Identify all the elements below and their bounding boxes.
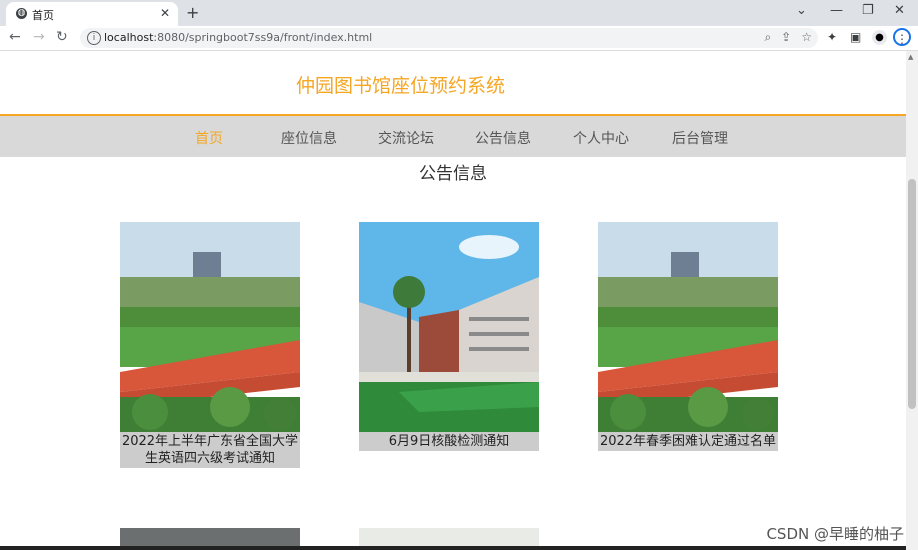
browser-tabbar: ◍ 首页 ✕ + ⌄ — ❐ ✕ <box>0 0 918 26</box>
nav-item-home[interactable]: 首页 <box>195 128 223 148</box>
main-navbar: 首页 座位信息 交流论坛 公告信息 个人中心 后台管理 <box>0 116 906 157</box>
forward-icon[interactable]: → <box>33 29 45 45</box>
new-tab-button[interactable]: + <box>186 3 199 22</box>
notice-caption[interactable]: 2022年上半年广东省全国大学生英语四六级考试通知 <box>120 432 300 468</box>
site-info-icon[interactable]: i <box>87 31 101 45</box>
nav-item-profile[interactable]: 个人中心 <box>573 128 629 148</box>
page-scrollbar[interactable]: ▲ <box>906 51 918 550</box>
nav-item-seats[interactable]: 座位信息 <box>281 128 337 148</box>
notice-image[interactable] <box>120 222 300 432</box>
browser-tab[interactable]: ◍ 首页 ✕ <box>6 2 178 26</box>
minimize-icon[interactable]: — <box>830 3 843 18</box>
browser-menu-icon[interactable]: ⋮ <box>893 28 911 46</box>
site-title: 仲园图书馆座位预约系统 <box>296 75 506 97</box>
zoom-icon[interactable]: ⌕ <box>764 30 771 44</box>
nav-item-forum[interactable]: 交流论坛 <box>378 128 434 148</box>
restore-icon[interactable]: ❐ <box>862 3 874 18</box>
side-panel-icon[interactable]: ▣ <box>850 30 861 44</box>
scroll-thumb[interactable] <box>908 179 916 409</box>
notice-caption[interactable]: 6月9日核酸检测通知 <box>359 432 539 451</box>
close-icon[interactable]: ✕ <box>160 6 170 20</box>
back-icon[interactable]: ← <box>9 29 21 45</box>
notice-image[interactable] <box>598 222 778 432</box>
globe-icon: ◍ <box>16 8 27 19</box>
bookmark-star-icon[interactable]: ☆ <box>801 30 812 44</box>
notice-card[interactable]: 2022年上半年广东省全国大学生英语四六级考试通知 <box>120 222 300 468</box>
scroll-up-icon[interactable]: ▲ <box>908 53 913 61</box>
window-close-icon[interactable]: ✕ <box>894 3 905 18</box>
nav-item-admin[interactable]: 后台管理 <box>672 128 728 148</box>
tab-search-icon[interactable]: ⌄ <box>796 3 807 18</box>
browser-toolbar: ← → ↻ i localhost:8080/springboot7ss9a/f… <box>0 26 918 51</box>
url-text[interactable]: localhost:8080/springboot7ss9a/front/ind… <box>104 31 372 44</box>
reload-icon[interactable]: ↻ <box>56 29 68 45</box>
notice-card[interactable]: 6月9日核酸检测通知 <box>359 222 539 451</box>
notice-image[interactable] <box>359 222 539 432</box>
profile-avatar-icon[interactable]: ● <box>872 30 887 45</box>
nav-item-notices[interactable]: 公告信息 <box>475 128 531 148</box>
notice-caption[interactable]: 2022年春季困难认定通过名单 <box>598 432 778 451</box>
tab-title: 首页 <box>32 9 54 22</box>
page-viewport: 仲园图书馆座位预约系统 首页 座位信息 交流论坛 公告信息 个人中心 后台管理 … <box>0 51 906 550</box>
extensions-icon[interactable]: ✦ <box>827 30 837 44</box>
section-title: 公告信息 <box>419 164 487 184</box>
watermark: CSDN @早睡的柚子 <box>766 525 904 543</box>
taskbar-strip <box>0 546 906 550</box>
address-bar[interactable]: i localhost:8080/springboot7ss9a/front/i… <box>80 28 818 48</box>
share-icon[interactable]: ⇪ <box>781 30 791 44</box>
notice-card[interactable]: 2022年春季困难认定通过名单 <box>598 222 778 451</box>
